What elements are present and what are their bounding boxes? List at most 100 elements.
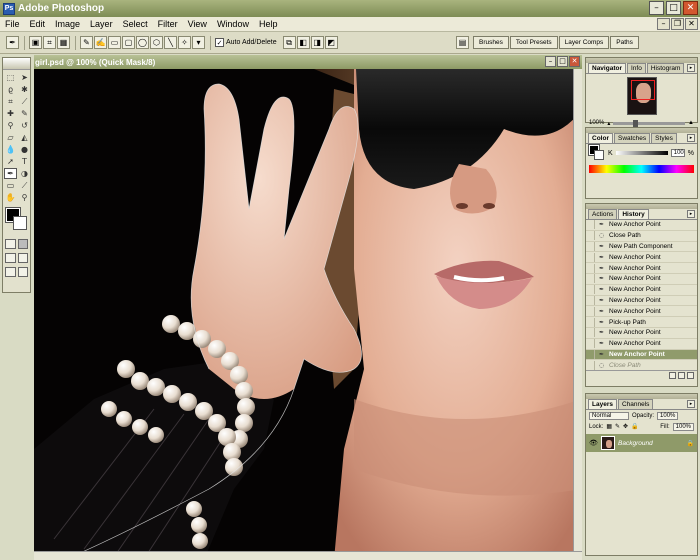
history-brush-source-checkbox[interactable] <box>586 263 595 273</box>
rectangle-icon[interactable]: ▭ <box>108 36 121 49</box>
lock-all-icon[interactable]: 🔒 <box>631 423 638 430</box>
history-state[interactable]: ✒ New Anchor Point <box>586 328 697 339</box>
history-state[interactable]: ✒ New Anchor Point <box>586 285 697 296</box>
polygon-icon[interactable]: ⬡ <box>150 36 163 49</box>
rounded-rectangle-icon[interactable]: ▢ <box>122 36 135 49</box>
horizontal-scrollbar[interactable] <box>34 551 582 560</box>
delete-state-icon[interactable] <box>687 372 694 379</box>
channel-value[interactable]: 100 <box>670 149 685 157</box>
zoom-level[interactable]: 100% <box>589 120 604 126</box>
paint-bucket-icon[interactable]: ◭ <box>18 132 31 143</box>
tab-layers[interactable]: Layers <box>588 399 617 409</box>
history-brush-source-checkbox[interactable] <box>586 252 595 262</box>
quick-mask-mode-icon[interactable] <box>17 239 28 249</box>
history-state[interactable]: ✒ New Path Component <box>586 241 697 253</box>
history-state[interactable]: ✒ Pick-up Path <box>586 317 697 328</box>
view-box[interactable] <box>630 80 655 100</box>
tab-swatches[interactable]: Swatches <box>613 133 651 143</box>
blend-mode-select[interactable]: Normal <box>589 411 629 420</box>
lasso-tool-icon[interactable]: ϱ <box>4 84 17 95</box>
layer-row-background[interactable]: 👁 Background 🔒 <box>586 434 697 452</box>
history-state[interactable]: ✒ New Anchor Point <box>586 295 697 307</box>
magic-wand-icon[interactable]: ✱ <box>18 84 31 95</box>
crop-tool-icon[interactable]: ⌗ <box>4 96 17 107</box>
well-tab-paths[interactable]: Paths <box>610 36 639 49</box>
zoom-slider-knob[interactable] <box>633 119 639 127</box>
tab-info[interactable]: Info <box>626 63 646 73</box>
history-state[interactable]: ◌ Close Path <box>586 360 697 370</box>
doc-window-minimize-icon[interactable]: – <box>545 56 556 67</box>
doc-minimize-icon[interactable]: – <box>657 18 670 30</box>
history-state[interactable]: ✒ New Anchor Point <box>586 274 697 285</box>
tab-navigator[interactable]: Navigator <box>588 63 626 73</box>
pen-tool-preset-icon[interactable]: ✒ <box>6 36 19 49</box>
type-tool-icon[interactable]: T <box>18 156 31 167</box>
color-swatch-pair[interactable] <box>588 144 605 161</box>
panel-menu-icon[interactable]: ▸ <box>687 210 695 218</box>
tab-color[interactable]: Color <box>588 133 613 143</box>
file-browser-icon[interactable]: ▤ <box>456 36 469 49</box>
history-brush-source-checkbox[interactable] <box>586 220 595 230</box>
history-brush-source-checkbox[interactable] <box>586 241 595 251</box>
full-screen-menu-icon[interactable] <box>17 253 28 263</box>
zoom-out-icon[interactable]: ▴ <box>607 120 610 127</box>
slice-tool-icon[interactable]: ⟋ <box>18 96 31 107</box>
well-tab-tool-presets[interactable]: Tool Presets <box>509 36 558 49</box>
new-snapshot-icon[interactable] <box>678 372 685 379</box>
brush-tool-icon[interactable]: ✎ <box>18 108 31 119</box>
freeform-pen-icon[interactable]: ✍ <box>94 36 107 49</box>
history-brush-source-checkbox[interactable] <box>586 285 595 295</box>
minimize-icon[interactable]: – <box>649 1 664 15</box>
jump-to-imageready-icon[interactable] <box>17 267 28 277</box>
doc-window-close-icon[interactable]: ✕ <box>569 56 580 67</box>
history-brush-source-checkbox[interactable] <box>586 306 595 316</box>
history-state[interactable]: ✒ New Anchor Point <box>586 220 697 231</box>
custom-shape-icon[interactable]: ✧ <box>178 36 191 49</box>
hand-tool-icon[interactable]: ✋ <box>4 192 17 203</box>
auto-add-delete-option[interactable]: ✓ Auto Add/Delete <box>215 38 277 47</box>
standard-mode-icon[interactable] <box>5 239 16 249</box>
pen-icon[interactable]: ✎ <box>80 36 93 49</box>
intersect-path-icon[interactable]: ◨ <box>310 36 324 49</box>
add-to-path-icon[interactable]: ⧉ <box>282 36 296 49</box>
panel-menu-icon[interactable]: ▸ <box>687 400 695 408</box>
doc-restore-icon[interactable]: ❐ <box>671 18 684 30</box>
layer-visibility-eye-icon[interactable]: 👁 <box>589 439 598 447</box>
history-state[interactable]: ✒ New Anchor Point <box>586 306 697 318</box>
history-brush-source-checkbox[interactable] <box>586 360 595 370</box>
adobe-feather-icon[interactable] <box>3 58 30 70</box>
standard-screen-icon[interactable] <box>5 253 16 263</box>
ellipse-icon[interactable]: ◯ <box>136 36 149 49</box>
tab-channels[interactable]: Channels <box>617 399 654 409</box>
menu-help[interactable]: Help <box>254 19 283 29</box>
menu-view[interactable]: View <box>183 19 212 29</box>
well-tab-layer-comps[interactable]: Layer Comps <box>558 36 610 49</box>
blur-tool-icon[interactable]: 💧 <box>4 144 17 155</box>
shape-layers-icon[interactable]: ▣ <box>29 36 42 49</box>
panel-menu-icon[interactable]: ▸ <box>687 64 695 72</box>
tab-actions[interactable]: Actions <box>588 209 618 219</box>
full-screen-icon[interactable] <box>5 267 16 277</box>
lock-position-icon[interactable]: ✥ <box>623 423 628 430</box>
history-brush-source-checkbox[interactable] <box>586 339 595 349</box>
maximize-icon[interactable]: □ <box>666 1 681 15</box>
history-state[interactable]: ✒ New Anchor Point <box>586 252 697 264</box>
background-color-swatch[interactable] <box>13 216 27 230</box>
paths-mode-icon[interactable]: ⌗ <box>43 36 56 49</box>
tab-history[interactable]: History <box>618 209 649 219</box>
lock-image-icon[interactable]: ✎ <box>615 423 620 430</box>
menu-image[interactable]: Image <box>50 19 85 29</box>
history-brush-source-checkbox[interactable] <box>586 231 595 241</box>
clone-stamp-icon[interactable]: ⚲ <box>4 120 17 131</box>
menu-layer[interactable]: Layer <box>85 19 118 29</box>
pen-tool-icon[interactable]: ✒ <box>4 168 17 179</box>
history-state[interactable]: ✒ New Anchor Point <box>586 263 697 274</box>
panel-menu-icon[interactable]: ▸ <box>687 134 695 142</box>
menu-filter[interactable]: Filter <box>153 19 183 29</box>
fill-pixels-icon[interactable]: ▦ <box>57 36 70 49</box>
notes-tool-icon[interactable]: ▭ <box>4 180 17 191</box>
menu-file[interactable]: File <box>0 19 25 29</box>
color-spectrum-ramp[interactable] <box>589 165 694 173</box>
auto-add-delete-checkbox[interactable]: ✓ <box>215 38 224 47</box>
history-brush-source-checkbox[interactable] <box>586 349 595 359</box>
